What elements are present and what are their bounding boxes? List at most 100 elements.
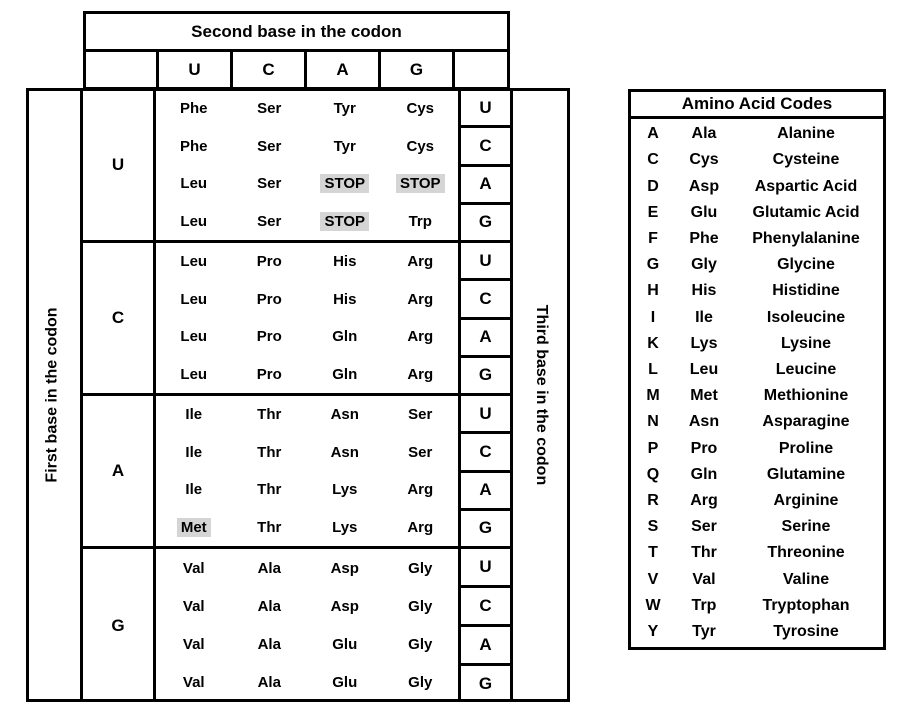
list-item: K Lys Lysine (631, 331, 883, 357)
list-item: F Phe Phenylalanine (631, 226, 883, 252)
amino-acid-full-name: Tyrosine (773, 622, 839, 640)
amino-acid-label: STOP (395, 174, 445, 194)
amino-acid-three-letter-code: Gly (691, 256, 717, 274)
third-base-letter-column: UCAG (458, 243, 510, 393)
amino-acid-cell: Leu (156, 290, 232, 309)
amino-acid-label: Asn (330, 406, 359, 424)
amino-acid-codes-table: Amino Acid Codes A Ala Alanine C Cys Cysteine… (628, 89, 886, 650)
amino-acid-cell: Cys (383, 137, 459, 156)
amino-acid-label: Ser (408, 406, 433, 424)
table-row: Val Ala Asp Gly (156, 587, 458, 625)
third-base-letter-c: C (461, 128, 510, 167)
amino-acid-full-name: Aspartic Acid (754, 177, 858, 195)
list-item: V Val Valine (631, 566, 883, 592)
amino-acid-cell: Asn (307, 443, 383, 462)
amino-acid-label: Leu (180, 212, 208, 230)
amino-acid-label: Leu (180, 328, 208, 346)
second-base-letter-row: U C A G (83, 52, 510, 90)
amino-acid-single-letter-code: W (645, 596, 661, 614)
amino-acid-label: STOP (320, 211, 370, 231)
amino-acid-label: Ser (408, 443, 433, 461)
amino-acid-single-letter-code: L (648, 360, 658, 378)
list-item: R Arg Arginine (631, 488, 883, 514)
third-base-letter-g: G (478, 365, 493, 385)
amino-acid-cell: Ser (232, 212, 308, 231)
amino-acid-three-letter-code: Glu (690, 203, 718, 221)
amino-acid-label: Leu (180, 253, 208, 271)
amino-acid-cell: Ile (156, 405, 232, 424)
amino-acid-cell: Leu (156, 174, 232, 193)
third-base-letter-g: G (478, 212, 493, 232)
amino-acid-label: Arg (407, 253, 434, 271)
amino-acid-full-name: Glycine (777, 256, 835, 274)
amino-acid-label: Val (182, 674, 205, 692)
amino-acid-label: Pro (256, 290, 282, 308)
third-base-letter-g: G (478, 518, 493, 538)
amino-acid-single-letter-code: H (647, 282, 659, 300)
table-row: Phe Ser Tyr Cys (156, 128, 458, 166)
amino-acid-label: Asp (330, 597, 359, 615)
amino-acid-label: Asp (330, 559, 359, 577)
amino-acid-three-letter-code: Val (692, 570, 716, 588)
third-base-axis-label: Third base in the codon (510, 88, 570, 702)
amino-acid-cell: Ser (232, 174, 308, 193)
amino-acid-single-letter-code: R (647, 491, 659, 509)
amino-acid-cell: Tyr (307, 137, 383, 156)
amino-acid-label: Lys (332, 481, 358, 499)
list-item: N Asn Asparagine (631, 409, 883, 435)
second-base-header-label: Second base in the codon (191, 21, 402, 41)
amino-acid-cell: Trp (383, 212, 459, 231)
amino-acid-cell: Ser (232, 99, 308, 118)
stop-codon-cell: STOP (307, 211, 383, 231)
first-base-letter-g: G (83, 549, 156, 702)
amino-acid-cell: Pro (232, 365, 308, 384)
amino-acid-three-letter-code: Gln (690, 465, 718, 483)
amino-acid-full-name: Glutamine (766, 465, 846, 483)
amino-acid-cell: Pro (232, 327, 308, 346)
third-base-letter-column: UCAG (458, 90, 510, 240)
amino-acid-three-letter-code: Thr (691, 544, 717, 562)
amino-acid-cell: Thr (232, 443, 308, 462)
amino-acid-cell: Ser (232, 137, 308, 156)
codon-amino-acid-grid: Leu Pro His Arg Leu Pro His Arg Leu Pro Gln Arg Leu P… (156, 243, 458, 393)
list-item: Y Tyr Tyrosine (631, 619, 883, 645)
amino-acid-full-name: Tryptophan (762, 596, 850, 614)
amino-acid-cell: His (307, 252, 383, 271)
amino-acid-label: Ala (257, 674, 281, 692)
amino-acid-cell: Leu (156, 365, 232, 384)
amino-acid-single-letter-code: V (647, 570, 659, 588)
amino-acid-full-name: Threonine (767, 544, 845, 562)
list-item: L Leu Leucine (631, 357, 883, 383)
amino-acid-single-letter-code: S (647, 518, 659, 536)
codon-amino-acid-grid: Val Ala Asp Gly Val Ala Asp Gly Val Ala Glu Gly Val A… (156, 549, 458, 702)
amino-acid-label: Ala (257, 597, 281, 615)
amino-acid-full-name: Asparagine (762, 413, 850, 431)
third-base-letter-u: U (461, 243, 510, 282)
amino-acid-full-name: Leucine (775, 360, 837, 378)
amino-acid-label: Thr (257, 443, 282, 461)
third-base-letter-c: C (461, 434, 510, 473)
amino-acid-full-name: Isoleucine (766, 308, 846, 326)
amino-acid-cell: Ala (232, 635, 308, 654)
table-row: Val Ala Glu Gly (156, 664, 458, 702)
amino-acid-full-name: Histidine (772, 282, 840, 300)
amino-acid-label: Trp (408, 212, 432, 230)
amino-acid-label: Arg (407, 481, 434, 499)
amino-acid-label: Ser (257, 175, 282, 193)
amino-acid-cell: Arg (383, 252, 459, 271)
amino-acid-three-letter-code: Ala (691, 125, 717, 143)
first-base-axis-label-text: First base in the codon (44, 307, 62, 483)
amino-acid-cell: Leu (156, 212, 232, 231)
amino-acid-label: Val (182, 559, 205, 577)
amino-acid-three-letter-code: Cys (689, 151, 719, 169)
amino-acid-label: Glu (332, 674, 358, 692)
amino-acid-label: Ile (185, 443, 203, 461)
amino-acid-single-letter-code: P (647, 439, 659, 457)
table-row: Leu Pro Gln Arg (156, 318, 458, 356)
amino-acid-label: Ser (257, 212, 282, 230)
amino-acid-cell: Thr (232, 480, 308, 499)
amino-acid-full-name: Glutamic Acid (752, 203, 860, 221)
amino-acid-cell: Ile (156, 480, 232, 499)
amino-acid-full-name: Proline (778, 439, 834, 457)
amino-acid-three-letter-code: Asp (688, 177, 720, 195)
